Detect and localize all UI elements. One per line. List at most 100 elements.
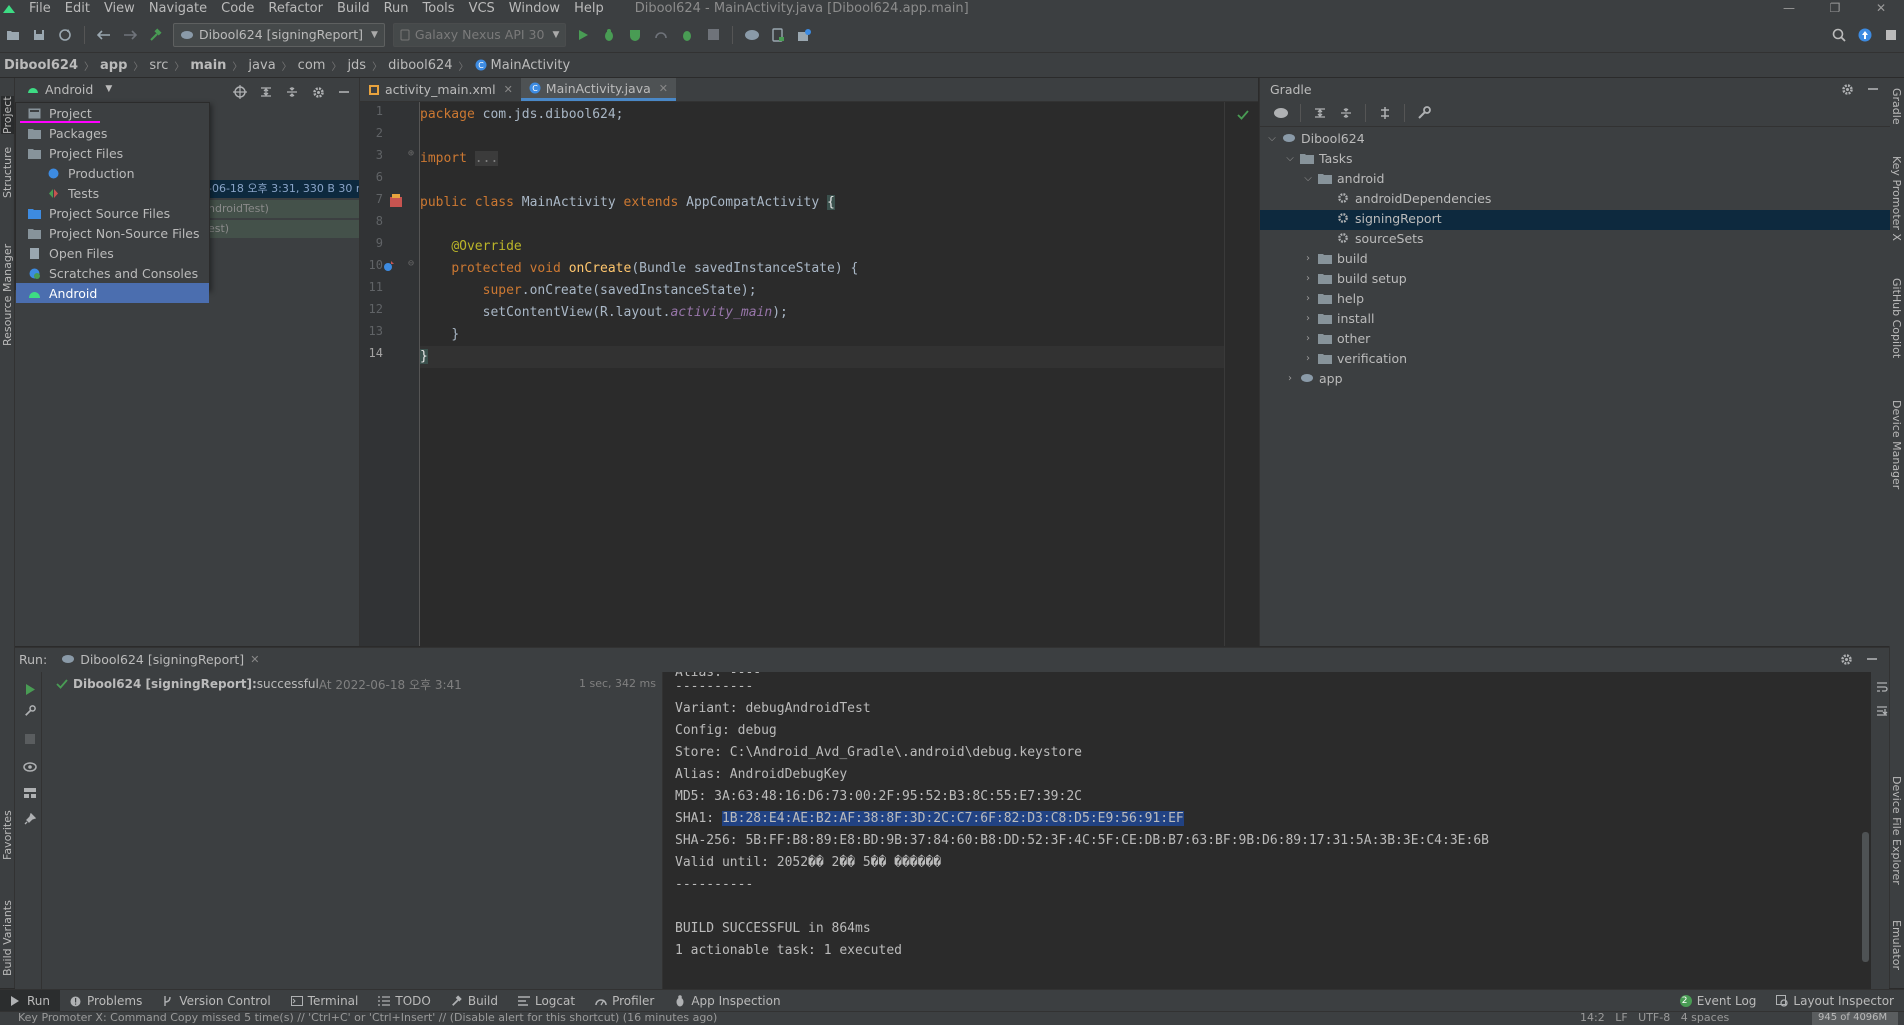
forward-icon[interactable] bbox=[119, 24, 141, 46]
run-tab[interactable]: Dibool624 [signingReport] ✕ bbox=[61, 652, 259, 667]
gear-icon[interactable] bbox=[1835, 648, 1857, 670]
menu-navigate[interactable]: Navigate bbox=[142, 1, 214, 16]
stripe-structure[interactable]: Structure bbox=[1, 147, 14, 198]
stripe-favorites[interactable]: Favorites bbox=[1, 810, 14, 860]
tool-profiler[interactable]: Profiler bbox=[585, 990, 664, 1012]
hide-icon[interactable] bbox=[1861, 648, 1883, 670]
tool-app-inspection[interactable]: App Inspection bbox=[664, 990, 790, 1012]
expand-all-icon[interactable] bbox=[255, 81, 277, 103]
collapse-all-icon[interactable] bbox=[1335, 102, 1357, 124]
stripe-device-file-explorer[interactable]: Device File Explorer bbox=[1890, 776, 1903, 885]
popup-item-tests[interactable]: Tests bbox=[16, 183, 209, 203]
menu-vcs[interactable]: VCS bbox=[462, 1, 502, 16]
console-output[interactable]: Alias: ---- ---------- Variant: debugAnd… bbox=[663, 672, 1871, 989]
popup-item-project-files[interactable]: Project Files bbox=[16, 143, 209, 163]
minimize-icon[interactable]: — bbox=[1766, 0, 1812, 16]
search-icon[interactable] bbox=[1828, 24, 1850, 46]
sync-icon[interactable] bbox=[54, 24, 76, 46]
tab-activity-main-xml[interactable]: activity_main.xml ✕ bbox=[360, 78, 521, 101]
tool-terminal[interactable]: Terminal bbox=[281, 990, 369, 1012]
console-scrollbar-thumb[interactable] bbox=[1862, 832, 1869, 962]
gradle-node-other[interactable]: › other bbox=[1302, 328, 1370, 348]
tool-run[interactable]: Run bbox=[0, 990, 61, 1012]
breadcrumb-item[interactable]: main bbox=[190, 58, 226, 73]
popup-item-scratches[interactable]: Scratches and Consoles bbox=[16, 263, 209, 283]
restore-icon[interactable]: ❐ bbox=[1812, 0, 1858, 16]
stripe-github-copilot[interactable]: GitHub Copilot bbox=[1890, 278, 1903, 358]
run-config-combo[interactable]: Dibool624 [signingReport] ▼ bbox=[173, 22, 385, 47]
popup-item-open-files[interactable]: Open Files bbox=[16, 243, 209, 263]
popup-item-project-source-files[interactable]: Project Source Files bbox=[16, 203, 209, 223]
locate-icon[interactable] bbox=[229, 81, 251, 103]
gear-icon[interactable] bbox=[1836, 78, 1858, 100]
save-icon[interactable] bbox=[28, 24, 50, 46]
hide-icon[interactable] bbox=[1862, 78, 1884, 100]
device-combo[interactable]: Galaxy Nexus API 30 ▼ bbox=[392, 22, 567, 47]
status-message[interactable]: Key Promoter X: Command Copy missed 5 ti… bbox=[18, 1012, 717, 1024]
menu-run[interactable]: Run bbox=[377, 1, 416, 16]
tool-event-log[interactable]: 2Event Log bbox=[1670, 990, 1767, 1012]
breadcrumb-item[interactable]: MainActivity bbox=[491, 58, 571, 73]
gradle-task-android-dependencies[interactable]: androidDependencies bbox=[1320, 188, 1491, 208]
expand-all-icon[interactable] bbox=[1309, 102, 1331, 124]
gradle-task-source-sets[interactable]: sourceSets bbox=[1320, 228, 1424, 248]
close-icon[interactable]: ✕ bbox=[1858, 0, 1904, 16]
eye-icon[interactable] bbox=[19, 756, 41, 778]
menu-file[interactable]: File bbox=[22, 1, 58, 16]
menu-help[interactable]: Help bbox=[567, 1, 611, 16]
gear-icon[interactable] bbox=[307, 81, 329, 103]
pin-icon[interactable] bbox=[19, 808, 41, 830]
project-view-selector[interactable]: Android ▼ bbox=[27, 82, 112, 97]
menu-view[interactable]: View bbox=[97, 1, 142, 16]
popup-item-production[interactable]: Production bbox=[16, 163, 209, 183]
gradle-task-signing-report[interactable]: signingReport bbox=[1320, 208, 1442, 228]
menu-build[interactable]: Build bbox=[330, 1, 377, 16]
wrench-icon[interactable] bbox=[19, 700, 41, 722]
project-tree-row[interactable]: est) bbox=[208, 220, 359, 238]
fold-icon[interactable]: ⊕ bbox=[408, 148, 414, 159]
breadcrumb-item[interactable]: app bbox=[100, 58, 127, 73]
code-editor[interactable]: package com.jds.dibool624; import ... pu… bbox=[420, 102, 1258, 646]
gradle-node-build-setup[interactable]: › build setup bbox=[1302, 268, 1407, 288]
run-icon[interactable] bbox=[572, 24, 594, 46]
layout-icon[interactable] bbox=[19, 782, 41, 804]
gradle-node-build[interactable]: › build bbox=[1302, 248, 1368, 268]
breadcrumb-item[interactable]: com bbox=[298, 58, 326, 73]
tool-build[interactable]: Build bbox=[441, 990, 508, 1012]
stripe-build-variants[interactable]: Build Variants bbox=[1, 900, 14, 976]
folded-code[interactable]: ... bbox=[474, 151, 499, 166]
update-icon[interactable] bbox=[1854, 24, 1876, 46]
tool-logcat[interactable]: Logcat bbox=[508, 990, 585, 1012]
project-tree-row[interactable]: -06-18 오후 3:31, 330 B 30 m bbox=[208, 180, 359, 198]
rerun-icon[interactable] bbox=[19, 678, 41, 700]
project-tree-row[interactable]: ndroidTest) bbox=[208, 200, 359, 218]
fold-icon[interactable]: ⊖ bbox=[408, 258, 414, 269]
stripe-device-manager[interactable]: Device Manager bbox=[1890, 400, 1903, 489]
popup-item-packages[interactable]: Packages bbox=[16, 123, 209, 143]
gradle-node-root[interactable]: ⌵ Dibool624 bbox=[1266, 128, 1364, 148]
breadcrumb-item[interactable]: jds bbox=[347, 58, 366, 73]
toggle-offline-icon[interactable] bbox=[1374, 102, 1396, 124]
gradle-node-verification[interactable]: › verification bbox=[1302, 348, 1407, 368]
tab-mainactivity-java[interactable]: C MainActivity.java ✕ bbox=[520, 78, 676, 101]
scroll-to-end-icon[interactable] bbox=[1871, 700, 1893, 722]
reload-gradle-icon[interactable] bbox=[1270, 102, 1292, 124]
gradle-node-install[interactable]: › install bbox=[1302, 308, 1374, 328]
gradle-node-app[interactable]: › app bbox=[1284, 368, 1343, 388]
status-caret-info[interactable]: 14:2 LF UTF-8 4 spaces bbox=[1580, 1012, 1729, 1024]
menu-edit[interactable]: Edit bbox=[58, 1, 97, 16]
coverage-icon[interactable] bbox=[624, 24, 646, 46]
menu-refactor[interactable]: Refactor bbox=[261, 1, 330, 16]
popup-item-project[interactable]: Project bbox=[16, 103, 209, 123]
run-result-row[interactable]: Dibool624 [signingReport]: successful At… bbox=[56, 675, 462, 693]
tool-todo[interactable]: TODO bbox=[368, 990, 440, 1012]
profile-icon[interactable] bbox=[650, 24, 672, 46]
avd-manager-icon[interactable] bbox=[767, 24, 789, 46]
settings-sync-icon[interactable] bbox=[1880, 24, 1902, 46]
close-icon[interactable]: ✕ bbox=[504, 83, 513, 96]
stripe-key-promoter[interactable]: Key Promoter X bbox=[1890, 156, 1903, 241]
stop-icon[interactable] bbox=[702, 24, 724, 46]
attach-debugger-icon[interactable] bbox=[676, 24, 698, 46]
tool-version-control[interactable]: Version Control bbox=[152, 990, 280, 1012]
stripe-emulator[interactable]: Emulator bbox=[1890, 920, 1903, 970]
